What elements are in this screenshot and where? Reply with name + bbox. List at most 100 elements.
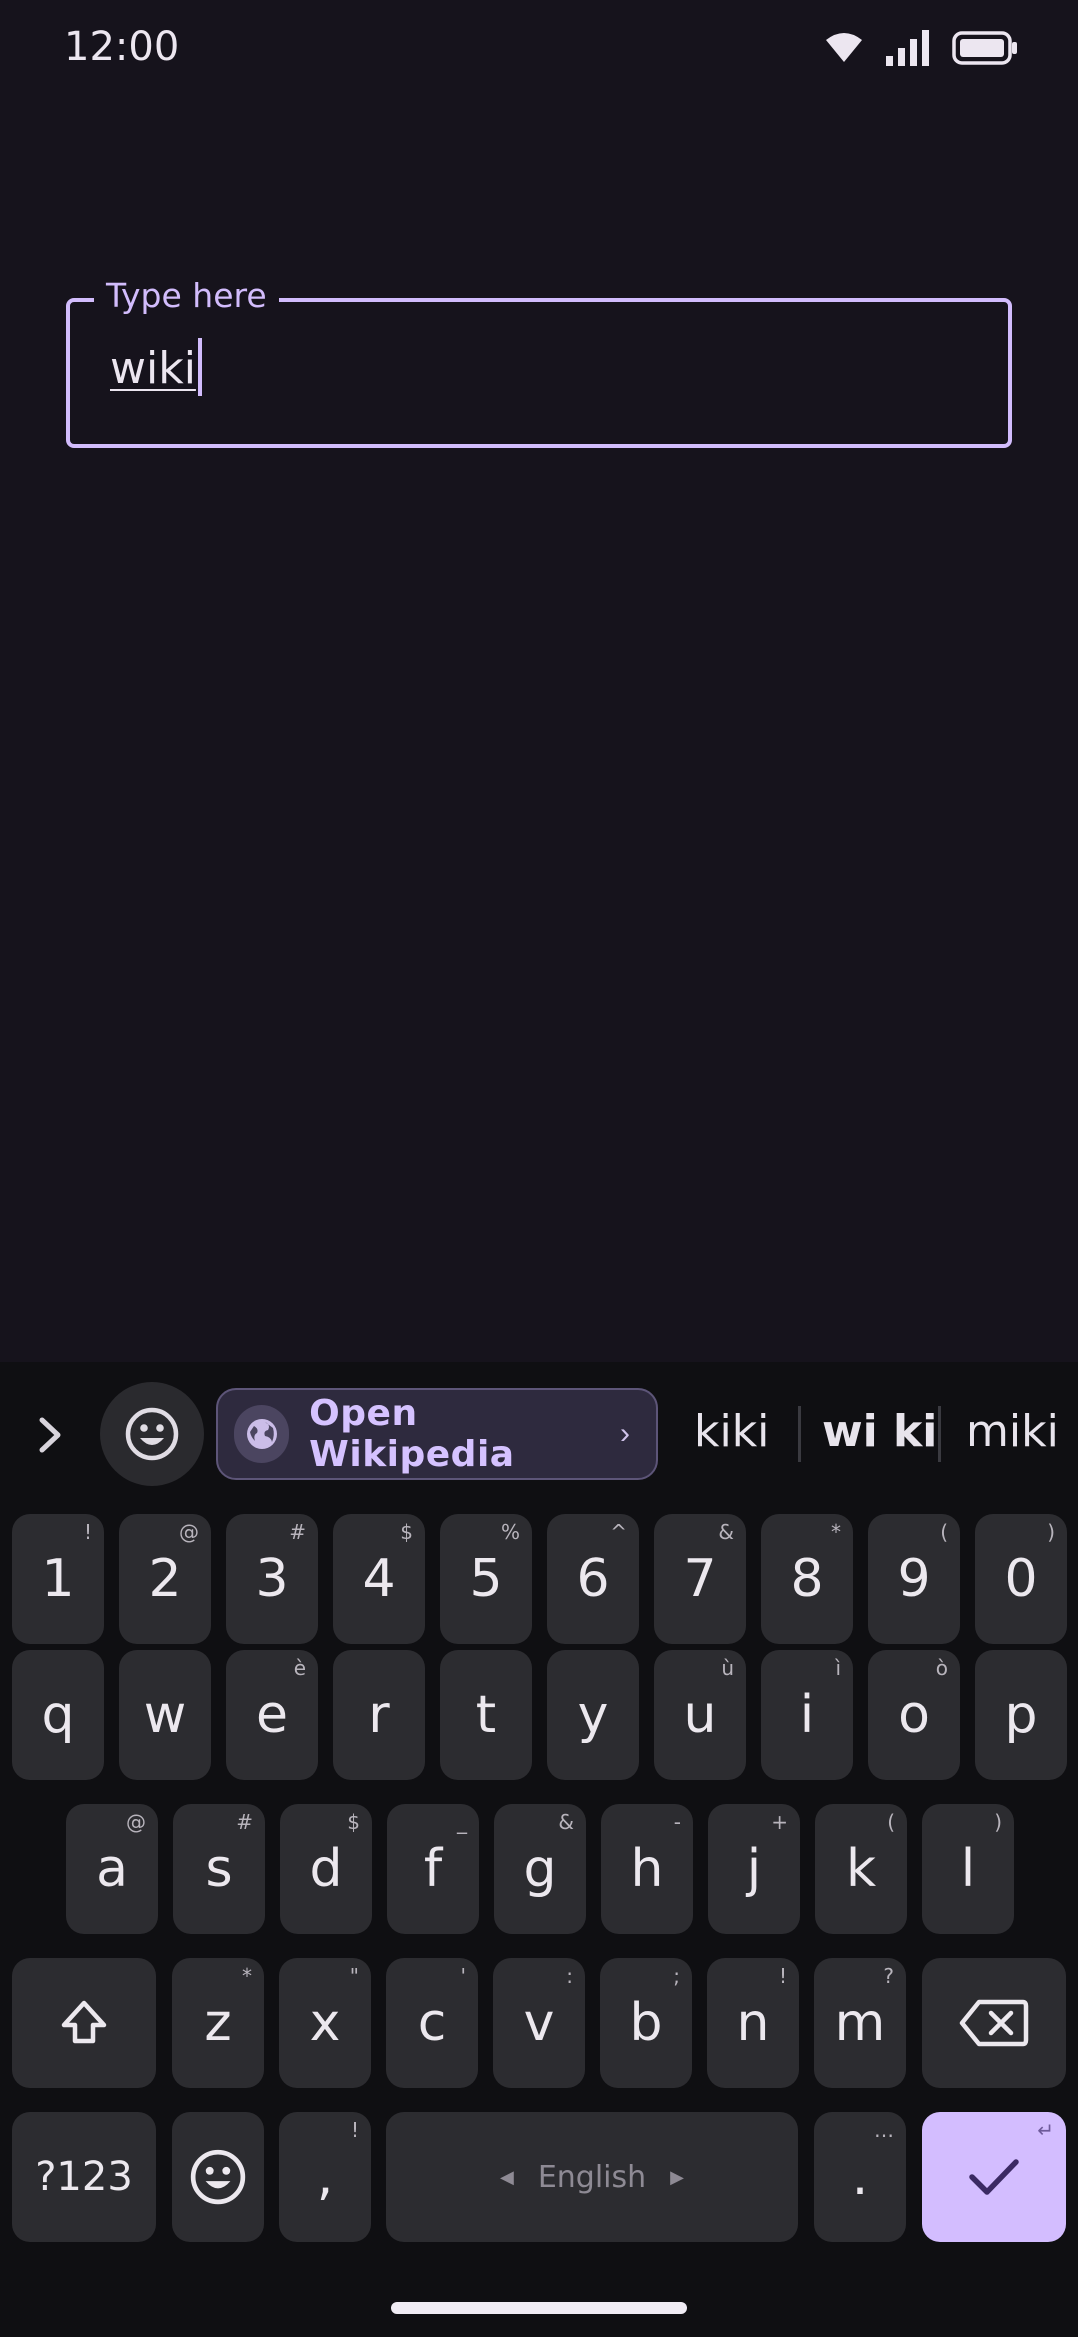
key-5-hint: % — [500, 1520, 520, 1544]
key-j[interactable]: j + — [708, 1804, 800, 1934]
key-6-hint: ^ — [610, 1520, 627, 1544]
emoji-key[interactable] — [172, 2112, 264, 2242]
globe-icon — [246, 1419, 277, 1449]
suggestion-word[interactable]: miki — [966, 1406, 1059, 1457]
key-8[interactable]: 8 * — [761, 1514, 853, 1644]
key-r[interactable]: r — [333, 1650, 425, 1780]
key-l-hint: ) — [994, 1810, 1002, 1834]
key-q[interactable]: q — [12, 1650, 104, 1780]
key-7-label: 7 — [683, 1549, 717, 1609]
key-k[interactable]: k( — [815, 1804, 907, 1934]
key-c-label: c — [417, 1993, 447, 2053]
text-field-outline — [66, 298, 1012, 448]
key-i[interactable]: iì — [761, 1650, 853, 1780]
key-g-label: g — [523, 1839, 557, 1899]
key-6-label: 6 — [576, 1549, 610, 1609]
emoji-icon — [125, 1407, 179, 1461]
shift-key[interactable] — [12, 1958, 156, 2088]
chevron-right-icon: › — [620, 1417, 630, 1450]
key-y-label: y — [577, 1685, 609, 1745]
key-z[interactable]: z * — [172, 1958, 264, 2088]
key-o[interactable]: oò — [868, 1650, 960, 1780]
key-4[interactable]: 4 $ — [333, 1514, 425, 1644]
key-5-label: 5 — [469, 1549, 503, 1609]
text-field-value[interactable]: wiki — [110, 338, 202, 400]
key-j-label: j — [746, 1839, 762, 1899]
key-5[interactable]: 5% — [440, 1514, 532, 1644]
key-u[interactable]: uù — [654, 1650, 746, 1780]
key-b[interactable]: b; — [600, 1958, 692, 2088]
key-b-label: b — [629, 1993, 663, 2053]
open-wikipedia-label: Open Wikipedia — [309, 1393, 515, 1475]
key-0[interactable]: 0) — [975, 1514, 1067, 1644]
enter-key-hint: ↵ — [1037, 2118, 1054, 2142]
symbols-key[interactable]: ?123 — [12, 2112, 156, 2242]
key-2-hint: @ — [179, 1520, 199, 1544]
checkmark-icon — [969, 2159, 1019, 2195]
key-1-label: 1 — [41, 1549, 75, 1609]
key-g[interactable]: g & — [494, 1804, 586, 1934]
key-h[interactable]: h- — [601, 1804, 693, 1934]
chevron-right-icon[interactable] — [28, 1412, 74, 1458]
suggestion-word[interactable]: kiki — [694, 1406, 769, 1457]
key-w[interactable]: w — [119, 1650, 211, 1780]
key-1[interactable]: 1! — [12, 1514, 104, 1644]
space-label: ◀ English ▶ — [500, 2160, 684, 2195]
wifi-icon — [826, 33, 862, 62]
key-e-hint: è — [293, 1656, 306, 1680]
backspace-icon — [959, 1999, 1029, 2047]
key-3-label: 3 — [255, 1549, 289, 1609]
key-v[interactable]: v: — [493, 1958, 585, 2088]
key-0-label: 0 — [1004, 1549, 1038, 1609]
key-m-hint: ? — [883, 1964, 894, 1988]
key-9[interactable]: 9( — [868, 1514, 960, 1644]
key-l[interactable]: l) — [922, 1804, 1014, 1934]
key-y[interactable]: y — [547, 1650, 639, 1780]
key-7[interactable]: 7 & — [654, 1514, 746, 1644]
key-o-label: o — [898, 1685, 930, 1745]
text-field[interactable]: Type here wiki — [66, 276, 1012, 448]
status-bar: 12:00 — [0, 0, 1078, 96]
key-t[interactable]: t — [440, 1650, 532, 1780]
key-3[interactable]: 3 # — [226, 1514, 318, 1644]
key-u-hint: ù — [721, 1656, 734, 1680]
key-2-label: 2 — [148, 1549, 182, 1609]
key-e[interactable]: eè — [226, 1650, 318, 1780]
open-wikipedia-chip[interactable]: Open Wikipedia › — [216, 1388, 658, 1480]
key-k-label: k — [845, 1839, 877, 1899]
key-n-hint: ! — [778, 1964, 787, 1988]
right-arrow-icon: ▶ — [670, 2166, 684, 2188]
key-x[interactable]: x " — [279, 1958, 371, 2088]
key-f[interactable]: f _ — [387, 1804, 479, 1934]
key-p[interactable]: p — [975, 1650, 1067, 1780]
space-key[interactable]: ◀ English ▶ — [386, 2112, 798, 2242]
period-key-hint: … — [874, 2118, 894, 2142]
key-c[interactable]: c ' — [386, 1958, 478, 2088]
key-s-label: s — [205, 1839, 233, 1899]
suggestion-word[interactable]: wi ki — [822, 1406, 937, 1457]
comma-key-label: , — [316, 2147, 334, 2207]
key-s-hint: # — [236, 1810, 253, 1834]
key-m[interactable]: m? — [814, 1958, 906, 2088]
enter-key[interactable]: ↵ — [922, 2112, 1066, 2242]
key-v-label: v — [523, 1993, 555, 2053]
backspace-key[interactable] — [922, 1958, 1066, 2088]
key-6[interactable]: 6 ^ — [547, 1514, 639, 1644]
emoji-suggest-button[interactable] — [100, 1382, 204, 1486]
key-p-label: p — [1004, 1685, 1038, 1745]
key-s[interactable]: s # — [173, 1804, 265, 1934]
globe-icon-wrap — [234, 1405, 290, 1463]
key-g-hint: & — [558, 1810, 574, 1834]
key-8-hint: * — [831, 1520, 841, 1544]
key-i-label: i — [799, 1685, 815, 1745]
key-4-hint: $ — [400, 1520, 413, 1544]
key-a[interactable]: a @ — [66, 1804, 158, 1934]
key-0-hint: ) — [1047, 1520, 1055, 1544]
comma-key[interactable]: ,! — [279, 2112, 371, 2242]
key-d[interactable]: d $ — [280, 1804, 372, 1934]
status-icons — [824, 30, 1018, 66]
key-n[interactable]: n! — [707, 1958, 799, 2088]
key-2[interactable]: 2 @ — [119, 1514, 211, 1644]
period-key[interactable]: .… — [814, 2112, 906, 2242]
key-d-label: d — [309, 1839, 343, 1899]
